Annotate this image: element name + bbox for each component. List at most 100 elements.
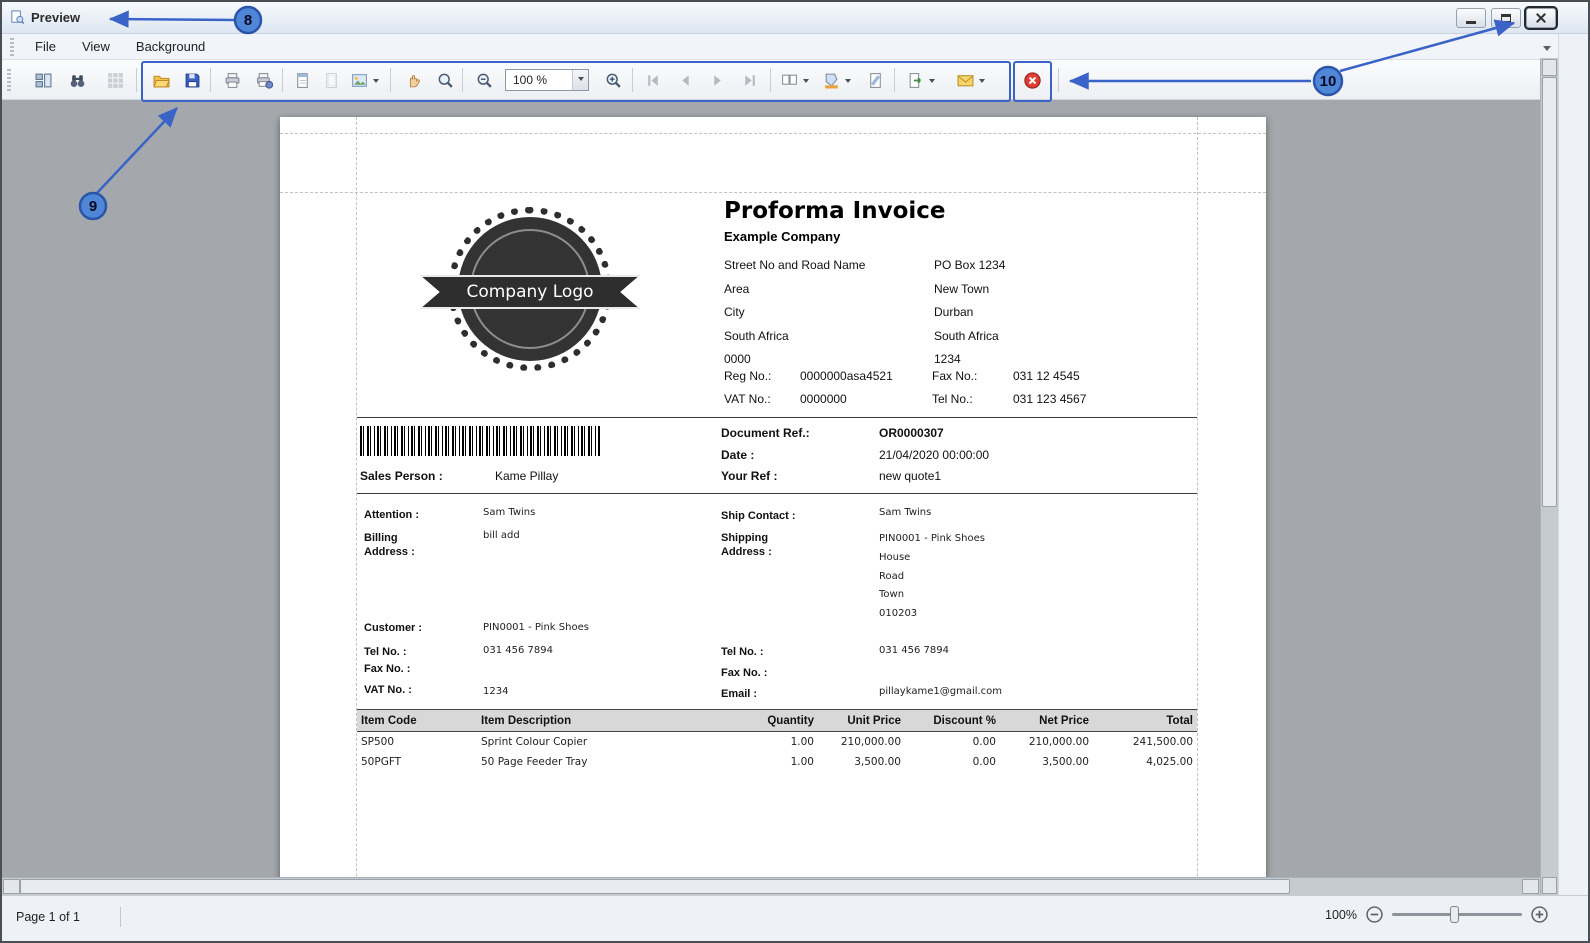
preview-area[interactable]: Company Logo Proforma Invoice Example Co… bbox=[2, 100, 1558, 877]
table-row: 50PGFT 50 Page Feeder Tray 1.00 3,500.00… bbox=[357, 752, 1197, 772]
customer-label: Customer : bbox=[364, 622, 422, 634]
company-address-left: Street No and Road Name Area City South … bbox=[724, 254, 865, 372]
zoom-in-icon bbox=[605, 72, 622, 89]
magnifier-button[interactable] bbox=[432, 65, 458, 95]
horizontal-scroll-thumb[interactable] bbox=[20, 879, 1290, 894]
your-ref-label: Your Ref : bbox=[721, 469, 777, 483]
thumbnails-button[interactable] bbox=[102, 65, 128, 95]
zoom-level-combobox[interactable]: 100 % bbox=[505, 69, 589, 91]
chevron-down-icon bbox=[929, 79, 935, 86]
picture-icon bbox=[351, 72, 368, 89]
zoom-cluster: 100% bbox=[1325, 906, 1548, 923]
your-ref-value: new quote1 bbox=[879, 469, 941, 483]
export-document-button[interactable] bbox=[904, 65, 938, 95]
maximize-button[interactable] bbox=[1491, 8, 1521, 28]
print-icon bbox=[224, 72, 241, 89]
open-button[interactable] bbox=[148, 65, 174, 95]
print-button[interactable] bbox=[219, 65, 245, 95]
hand-tool-button[interactable] bbox=[400, 65, 426, 95]
page-color-icon bbox=[823, 72, 840, 89]
title-bar: Preview bbox=[2, 2, 1588, 34]
watermark-icon bbox=[867, 72, 884, 89]
company-name: Example Company bbox=[724, 229, 840, 244]
menu-background[interactable]: Background bbox=[123, 35, 218, 58]
tel-billing-label: Tel No. : bbox=[364, 646, 407, 658]
zoom-slider-thumb[interactable] bbox=[1450, 906, 1459, 923]
preview-window: Preview File View Background bbox=[0, 0, 1590, 943]
menu-view[interactable]: View bbox=[69, 35, 123, 58]
email-label: Email : bbox=[721, 688, 757, 700]
chevron-down-icon[interactable] bbox=[1543, 46, 1551, 55]
divider bbox=[120, 907, 121, 927]
email-value: pillaykame1@gmail.com bbox=[879, 686, 1002, 697]
tel-shipping-value: 031 456 7894 bbox=[879, 645, 949, 656]
multi-page-icon bbox=[781, 72, 798, 89]
status-bar: Page 1 of 1 100% bbox=[2, 895, 1588, 941]
scroll-left-button[interactable] bbox=[3, 879, 20, 894]
chevron-down-icon[interactable] bbox=[572, 70, 588, 90]
page-indicator: Page 1 of 1 bbox=[16, 910, 80, 924]
window-controls bbox=[1456, 8, 1556, 28]
hand-tool-icon bbox=[405, 72, 422, 89]
reg-no-value: 0000000asa4521 bbox=[800, 369, 893, 383]
barcode bbox=[360, 426, 600, 456]
thumbnails-icon bbox=[107, 72, 124, 89]
minimize-icon bbox=[1466, 21, 1476, 24]
find-icon bbox=[69, 72, 86, 89]
ship-contact-label: Ship Contact : bbox=[721, 510, 796, 522]
ship-contact-value: Sam Twins bbox=[879, 507, 931, 518]
layout-button[interactable] bbox=[30, 65, 56, 95]
watermark-button[interactable] bbox=[862, 65, 888, 95]
sales-person-label: Sales Person : bbox=[360, 469, 443, 483]
quick-print-button[interactable] bbox=[251, 65, 277, 95]
multi-page-view-button[interactable] bbox=[778, 65, 812, 95]
zoom-percent-label: 100% bbox=[1325, 908, 1357, 922]
table-header-row: Item Code Item Description Quantity Unit… bbox=[357, 709, 1197, 732]
divider bbox=[357, 417, 1197, 418]
fax-shipping-label: Fax No. : bbox=[721, 667, 767, 679]
zoom-in-slider-button[interactable] bbox=[1531, 906, 1548, 923]
fax-no-label: Fax No.: bbox=[932, 369, 977, 383]
vertical-scrollbar[interactable] bbox=[1540, 58, 1558, 895]
close-preview-button[interactable] bbox=[1019, 65, 1045, 95]
scroll-right-button[interactable] bbox=[1522, 879, 1539, 894]
page-setup-button[interactable] bbox=[289, 65, 315, 95]
vertical-scroll-thumb[interactable] bbox=[1542, 77, 1557, 507]
next-page-button[interactable] bbox=[704, 65, 730, 95]
margins-button[interactable] bbox=[318, 65, 344, 95]
scroll-up-button[interactable] bbox=[1542, 59, 1557, 76]
fax-billing-label: Fax No. : bbox=[364, 663, 410, 675]
chevron-down-icon bbox=[845, 79, 851, 86]
save-button[interactable] bbox=[179, 65, 205, 95]
margin-guide bbox=[1197, 117, 1198, 877]
first-page-button[interactable] bbox=[640, 65, 666, 95]
save-icon bbox=[184, 72, 201, 89]
previous-page-button[interactable] bbox=[672, 65, 698, 95]
zoom-out-button[interactable] bbox=[471, 65, 497, 95]
date-label: Date : bbox=[721, 448, 754, 462]
picture-scale-button[interactable] bbox=[348, 65, 382, 95]
last-page-icon bbox=[741, 72, 758, 89]
find-button[interactable] bbox=[64, 65, 90, 95]
table-row: SP500 Sprint Colour Copier 1.00 210,000.… bbox=[357, 732, 1197, 752]
horizontal-scrollbar[interactable] bbox=[2, 877, 1540, 895]
reg-no-label: Reg No.: bbox=[724, 369, 771, 383]
margin-guide bbox=[280, 133, 1266, 134]
company-logo: Company Logo bbox=[420, 212, 640, 382]
customer-value: PIN0001 - Pink Shoes bbox=[483, 622, 589, 633]
tel-no-label: Tel No.: bbox=[932, 392, 973, 406]
divider bbox=[357, 493, 1197, 494]
page-color-button[interactable] bbox=[820, 65, 854, 95]
scroll-down-button[interactable] bbox=[1542, 877, 1557, 894]
shipping-address-label: Shipping Address : bbox=[721, 531, 787, 559]
zoom-in-button[interactable] bbox=[600, 65, 626, 95]
close-window-button[interactable] bbox=[1526, 8, 1556, 28]
margins-icon bbox=[323, 72, 340, 89]
minimize-button[interactable] bbox=[1456, 8, 1486, 28]
attention-label: Attention : bbox=[364, 509, 419, 521]
zoom-out-slider-button[interactable] bbox=[1366, 906, 1383, 923]
last-page-button[interactable] bbox=[736, 65, 762, 95]
menu-file[interactable]: File bbox=[22, 35, 69, 58]
email-button[interactable] bbox=[954, 65, 988, 95]
zoom-slider[interactable] bbox=[1392, 913, 1522, 916]
